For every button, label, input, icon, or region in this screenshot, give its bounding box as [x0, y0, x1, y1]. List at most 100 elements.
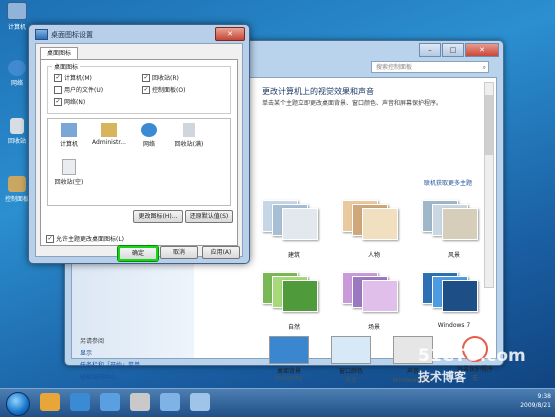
desktop-icon-network[interactable]: 网络 [4, 60, 30, 87]
icon-item-recycle-full[interactable]: 回收站(满) [170, 123, 208, 148]
taskbar: 9:38 2009/8/21 [0, 388, 555, 417]
checkbox-label: 用户的文件(U) [64, 87, 104, 94]
checkbox-computer[interactable]: ✓ 计算机(M) [54, 73, 92, 82]
setting-label: 窗口颜色 [338, 368, 363, 375]
desktop-icon-control-panel[interactable]: 控制面板 [4, 176, 30, 203]
theme-thumbnail [362, 208, 398, 240]
icon-item-computer[interactable]: 计算机 [50, 123, 88, 148]
close-button[interactable]: ✕ [465, 43, 499, 57]
desktop-icons-group: 桌面图标 ✓ 计算机(M) ✓ 回收站(R) 用户的文件(U) ✓ 控制面板(O) ✓… [47, 62, 231, 114]
sidebar-link-display[interactable]: 显示 [80, 348, 92, 357]
theme-item[interactable]: 风景 [422, 200, 486, 259]
theme-item[interactable]: 场景 [342, 272, 406, 331]
checkbox-user-files[interactable]: 用户的文件(U) [54, 85, 103, 94]
setting-label: 桌面背景 [276, 368, 301, 375]
checkbox-control-panel[interactable]: ✓ 控制面板(O) [142, 85, 185, 94]
taskbar-app-icon[interactable] [190, 393, 210, 411]
maximize-button[interactable]: □ [442, 43, 464, 57]
computer-icon [61, 123, 77, 137]
tab-panel: 桌面图标 ✓ 计算机(M) ✓ 回收站(R) 用户的文件(U) ✓ 控制面板(O) ✓… [40, 59, 238, 246]
theme-label: 人物 [367, 252, 380, 259]
theme-label: 自然 [287, 324, 300, 331]
theme-item[interactable]: 建筑 [262, 200, 326, 259]
icon-item-label: 网络 [142, 141, 155, 148]
taskbar-app-icon[interactable] [100, 393, 120, 411]
dialog-close-button[interactable]: ✕ [215, 27, 245, 41]
search-input[interactable]: 搜索控制面板 ⌕ [371, 61, 489, 73]
dialog-app-icon [35, 29, 48, 40]
checkbox-box[interactable]: ✓ [54, 97, 62, 106]
network-icon [141, 123, 157, 137]
theme-label: Windows 7 [437, 322, 471, 329]
checkbox-label: 回收站(R) [152, 75, 179, 82]
recycle-bin-full-icon [183, 123, 195, 137]
cancel-button[interactable]: 取消 [160, 246, 198, 259]
restore-default-button[interactable]: 还原默认值(S) [185, 210, 233, 223]
setting-value: Harmony [275, 375, 303, 382]
system-tray-clock[interactable]: 9:38 2009/8/21 [520, 392, 551, 410]
taskbar-app-icon[interactable] [160, 393, 180, 411]
desktop-icon-label: 网络 [10, 80, 23, 87]
taskbar-app-icon[interactable] [40, 393, 60, 411]
desktop-background-icon [269, 336, 309, 364]
icon-item-user-folder[interactable]: Administr... [90, 123, 128, 146]
taskbar-app-icon[interactable] [70, 393, 90, 411]
desktop-icon-label: 计算机 [7, 24, 26, 31]
control-panel-icon [8, 176, 26, 192]
theme-label: 场景 [367, 324, 380, 331]
dialog-body: 桌面图标 桌面图标 ✓ 计算机(M) ✓ 回收站(R) 用户的文件(U) ✓ 控制面板… [35, 43, 243, 261]
checkbox-network[interactable]: ✓ 网络(N) [54, 97, 85, 106]
theme-thumbnail [442, 280, 478, 312]
checkbox-box[interactable]: ✓ [46, 234, 54, 243]
watermark-blog: 技术博客 [418, 370, 467, 384]
taskbar-app-icon[interactable] [130, 393, 150, 411]
see-also-heading: 另请参阅 [80, 338, 105, 345]
sidebar-link-ease-of-access[interactable]: 轻松访问中心 [80, 372, 116, 381]
desktop-icon-label: 回收站 [7, 138, 26, 145]
icon-item-recycle-empty[interactable]: 回收站(空) [50, 159, 88, 186]
checkbox-box[interactable] [54, 85, 62, 94]
theme-item[interactable]: Windows 7 [422, 272, 486, 329]
checkbox-recycle-bin[interactable]: ✓ 回收站(R) [142, 73, 179, 82]
theme-label: 建筑 [287, 252, 300, 259]
dialog-title: 桌面图标设置 [51, 31, 93, 39]
apply-button[interactable]: 应用(A) [202, 246, 240, 259]
change-icon-button[interactable]: 更改图标(H)... [133, 210, 183, 223]
desktop-icon-settings-dialog: 桌面图标设置 ✕ 桌面图标 桌面图标 ✓ 计算机(M) ✓ 回收站(R) 用户的文件… [28, 24, 250, 264]
page-title: 更改计算机上的视觉效果和声音 [262, 87, 374, 96]
clock-time: 9:38 [537, 393, 551, 400]
search-placeholder: 搜索控制面板 [376, 64, 413, 71]
desktop-icon-recycle-bin[interactable]: 回收站 [4, 118, 30, 145]
checkbox-label: 允许主题更改桌面图标(L) [56, 236, 125, 243]
desktop-background-setting[interactable]: 桌面背景 Harmony [262, 336, 316, 382]
minimize-button[interactable]: – [419, 43, 441, 57]
group-title: 桌面图标 [52, 62, 81, 71]
ok-button[interactable]: 确定 [118, 246, 158, 261]
window-controls: – □ ✕ [419, 43, 499, 57]
setting-value: 天空 [344, 377, 357, 384]
checkbox-box[interactable]: ✓ [54, 73, 62, 82]
recycle-bin-icon [10, 118, 24, 134]
desktop-icon-computer[interactable]: 计算机 [4, 2, 30, 31]
sidebar-link-taskbar[interactable]: 任务栏和「开始」菜单 [80, 360, 140, 369]
theme-thumbnail [442, 208, 478, 240]
start-button[interactable] [6, 392, 30, 416]
clock-date: 2009/8/21 [520, 402, 551, 409]
icon-item-network[interactable]: 网络 [130, 123, 168, 148]
theme-item[interactable]: 人物 [342, 200, 406, 259]
user-folder-icon [101, 123, 117, 137]
page-subtitle: 单击某个主题立即更改桌面背景、窗口颜色、声音和屏幕保护程序。 [262, 100, 443, 107]
checkbox-box[interactable]: ✓ [142, 73, 150, 82]
scrollbar-thumb[interactable] [485, 95, 493, 155]
search-icon: ⌕ [482, 64, 486, 71]
window-color-setting[interactable]: 窗口颜色 天空 [324, 336, 378, 384]
theme-thumbnail [282, 208, 318, 240]
network-icon [8, 60, 26, 76]
checkbox-box[interactable]: ✓ [142, 85, 150, 94]
theme-item[interactable]: 自然 [262, 272, 326, 331]
window-color-icon [331, 336, 371, 364]
online-themes-link[interactable]: 联机获取更多主题 [424, 178, 472, 187]
checkbox-label: 控制面板(O) [152, 87, 186, 94]
allow-themes-option[interactable]: ✓ 允许主题更改桌面图标(L) [46, 234, 124, 243]
theme-label: 风景 [447, 252, 460, 259]
